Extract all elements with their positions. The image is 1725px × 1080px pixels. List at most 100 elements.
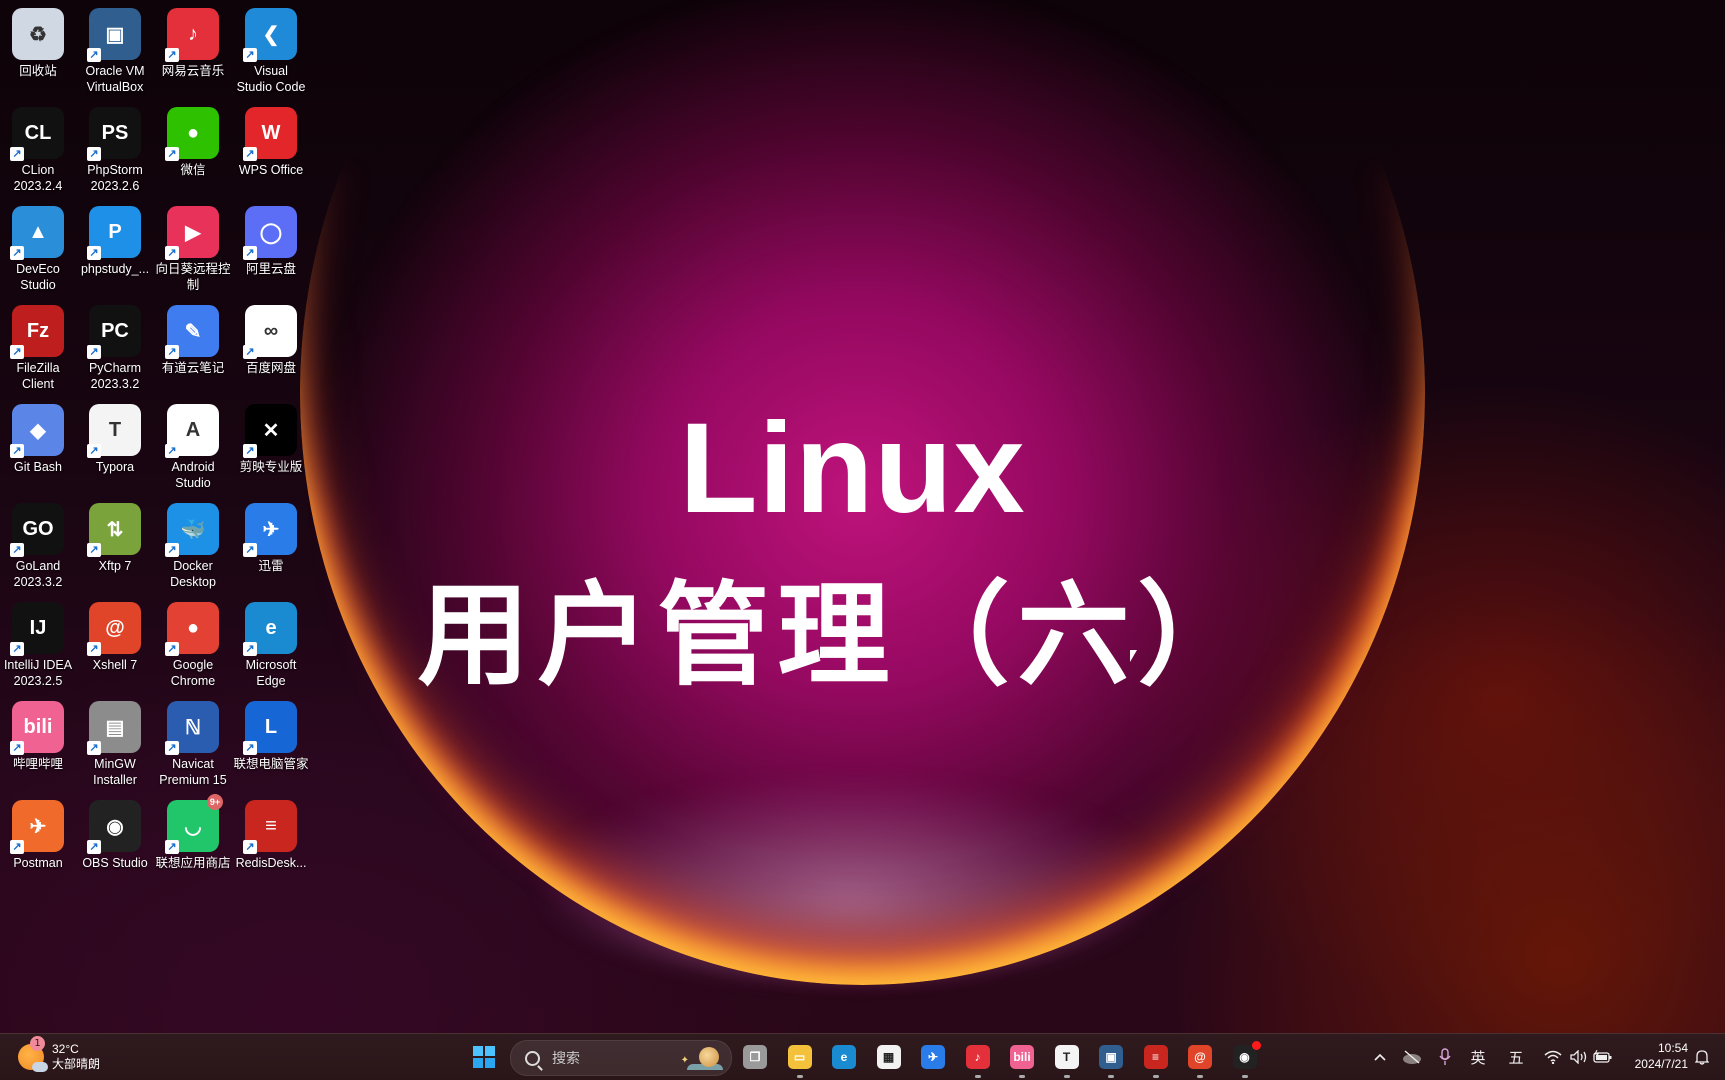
desktop-shortcut-label: Docker Desktop [170,559,216,589]
desktop-shortcut[interactable]: e ↗ Microsoft Edge [233,598,309,689]
xshell-icon: @ ↗ [87,602,141,656]
input-language-button[interactable]: 英 [1464,1034,1492,1080]
desktop-shortcut[interactable]: ∞ ↗ 百度网盘 [233,301,309,376]
notification-badge: 9+ [207,794,223,810]
desktop-shortcut[interactable]: ❮ ↗ Visual Studio Code [233,4,309,95]
desktop-shortcut-label: Git Bash [14,460,62,474]
icon-glyph: T [108,418,122,441]
desktop-shortcut-label: Xftp 7 [98,559,132,573]
desktop-shortcut[interactable]: PS ↗ PhpStorm 2023.2.6 [77,103,153,194]
desktop-shortcut[interactable]: ▣ ↗ Oracle VM VirtualBox [77,4,153,95]
taskbar-app-xunlei[interactable]: ✈ [915,1039,951,1075]
icon-glyph: ⇅ [106,518,124,541]
taskbar-app-microsoft-store[interactable]: ▦ [871,1039,907,1075]
desktop-shortcut[interactable]: ◆ ↗ Git Bash [0,400,76,475]
bilibili-icon: bili ↗ [10,701,64,755]
network-tray-button[interactable] [1540,1034,1566,1080]
onedrive-tray-button[interactable] [1398,1034,1426,1080]
xshell-icon: @ [1188,1045,1212,1069]
icon-glyph: ℕ [184,716,201,739]
icon-glyph: ◆ [30,419,46,442]
desktop-shortcut[interactable]: A ↗ Android Studio [155,400,231,491]
volume-tray-button[interactable] [1566,1034,1592,1080]
desktop-shortcut[interactable]: CL ↗ CLion 2023.2.4 [0,103,76,194]
desktop-shortcut[interactable]: ◯ ↗ 阿里云盘 [233,202,309,277]
desktop-shortcut[interactable]: ● ↗ Google Chrome [155,598,231,689]
desktop-shortcut[interactable]: bili ↗ 哔哩哔哩 [0,697,76,772]
filezilla-icon: Fz ↗ [10,305,64,359]
desktop-shortcut[interactable]: ◡ ↗ 9+ 联想应用商店 [155,794,231,871]
desktop-shortcut-label: OBS Studio [82,856,148,870]
desktop-shortcut[interactable]: Fz ↗ FileZilla Client [0,301,76,392]
desktop-shortcut[interactable]: ✎ ↗ 有道云笔记 [155,301,231,376]
icon-glyph: ✈ [29,815,47,838]
running-indicator [974,1075,981,1078]
desktop-shortcut[interactable]: IJ ↗ IntelliJ IDEA 2023.2.5 [0,598,76,689]
taskbar-app-typora[interactable]: T [1049,1039,1085,1078]
desktop-shortcut-label: Microsoft Edge [245,658,297,688]
desktop-shortcut[interactable]: ◉ ↗ OBS Studio [77,796,153,871]
shortcut-arrow-icon: ↗ [243,543,257,557]
typora-icon: T [1054,1045,1079,1069]
wechat-icon: ● ↗ [165,107,219,161]
icon-glyph: ● [186,121,200,144]
icon-glyph: ✕ [262,419,280,442]
desktop-shortcut[interactable]: PC ↗ PyCharm 2023.3.2 [77,301,153,392]
desktop-shortcut[interactable]: ▤ ↗ MinGW Installer [77,697,153,788]
battery-tray-button[interactable] [1590,1034,1616,1080]
running-indicator [1108,1075,1114,1078]
taskbar-app-virtualbox[interactable]: ▣ [1093,1039,1129,1078]
desktop-shortcut-label: phpstudy_... [80,262,150,276]
desktop-shortcut-label: Android Studio [171,460,215,490]
mouse-cursor [1130,650,1137,662]
taskbar-app-netease-music[interactable]: ♪ [960,1039,996,1078]
desktop-shortcut[interactable]: T ↗ Typora [77,400,153,475]
desktop-shortcut[interactable]: P ↗ phpstudy_... [77,202,153,277]
chrome-icon: ● ↗ [165,602,219,656]
desktop-shortcut[interactable]: ⇅ ↗ Xftp 7 [77,499,153,574]
taskbar-app-xshell[interactable]: @ [1182,1039,1218,1078]
microphone-tray-button[interactable] [1432,1034,1458,1080]
icon-glyph: ▶ [185,221,201,244]
taskbar-app-redis-desktop[interactable]: ≡ [1138,1039,1174,1078]
desktop-shortcut[interactable]: W ↗ WPS Office [233,103,309,178]
desktop-shortcut[interactable]: ℕ ↗ Navicat Premium 15 [155,697,231,788]
desktop-shortcut[interactable]: ≡ ↗ RedisDesk... [233,796,309,871]
microsoft-store-icon: ▦ [876,1045,901,1069]
icon-glyph: ≡ [265,814,277,837]
weather-widget[interactable]: 1 32°C 大部晴朗 [18,1036,100,1074]
desktop-shortcut[interactable]: ✕ ↗ 剪映专业版 [233,400,309,475]
start-button[interactable] [466,1039,502,1075]
desktop-shortcut-label: Google Chrome [170,658,216,688]
desktop-shortcut[interactable]: ▶ ↗ 向日葵远程控 制 [155,202,231,293]
desktop-shortcut[interactable]: ♻ 回收站 [0,4,76,79]
taskbar: 1 32°C 大部晴朗 搜索 ✦ ❐ ▭ e ▦ ✈ ♪ bili T ▣ ≡ @ ◉ 英 五 [0,1033,1725,1080]
taskbar-app-edge[interactable]: e [826,1039,862,1075]
mingw-installer-icon: ▤ ↗ [87,701,141,755]
desktop-shortcut[interactable]: ♪ ↗ 网易云音乐 [155,4,231,79]
desktop-shortcut[interactable]: ● ↗ 微信 [155,103,231,178]
shortcut-arrow-icon: ↗ [165,741,179,755]
shortcut-arrow-icon: ↗ [87,840,101,854]
taskbar-app-obs-studio[interactable]: ◉ [1227,1039,1263,1078]
taskbar-search-box[interactable]: 搜索 ✦ [510,1040,732,1076]
desktop-shortcut-label: 剪映专业版 [239,460,303,474]
notification-center-button[interactable] [1690,1034,1714,1080]
ime-mode-button[interactable]: 五 [1502,1034,1530,1080]
clock-button[interactable]: 10:54 2024/7/21 [1620,1040,1688,1072]
desktop-shortcut[interactable]: ✈ ↗ Postman [0,796,76,871]
desktop-shortcut[interactable]: @ ↗ Xshell 7 [77,598,153,673]
icon-glyph: A [185,418,201,441]
desktop-shortcut[interactable]: 🐳 ↗ Docker Desktop [155,499,231,590]
desktop-shortcut-label: 有道云笔记 [161,361,225,375]
taskbar-app-bilibili[interactable]: bili [1004,1039,1040,1078]
desktop-shortcut[interactable]: GO ↗ GoLand 2023.3.2 [0,499,76,590]
desktop-shortcut[interactable]: L ↗ 联想电脑管家 [233,697,309,772]
taskbar-app-task-view[interactable]: ❐ [737,1039,773,1075]
desktop-shortcut[interactable]: ▲ ↗ DevEco Studio [0,202,76,293]
shortcut-arrow-icon: ↗ [10,444,24,458]
desktop-shortcut[interactable]: ✈ ↗ 迅雷 [233,499,309,574]
taskbar-app-file-explorer[interactable]: ▭ [782,1039,818,1078]
show-hidden-icons-button[interactable] [1368,1034,1392,1080]
shortcut-arrow-icon: ↗ [10,840,24,854]
